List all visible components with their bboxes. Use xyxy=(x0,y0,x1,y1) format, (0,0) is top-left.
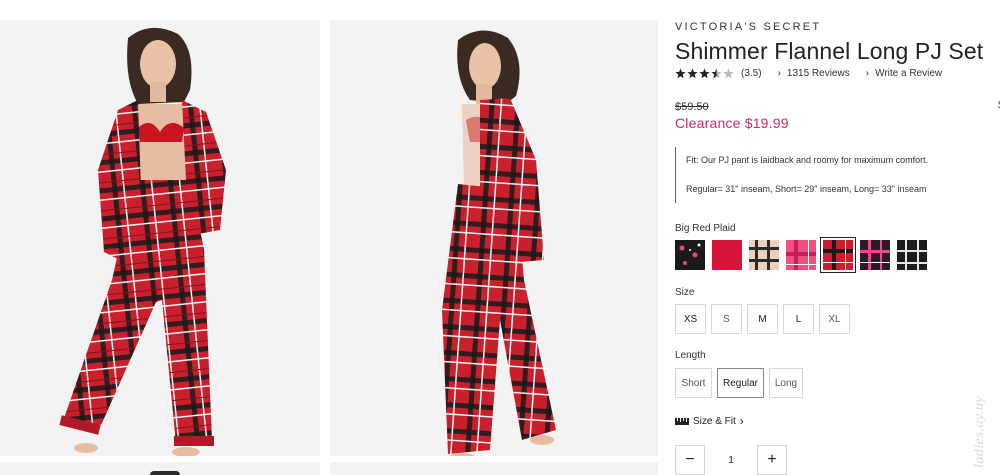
size-option-xs[interactable]: XS xyxy=(675,304,706,334)
size-option-m[interactable]: M xyxy=(747,304,778,334)
product-info-panel: VICTORIA'S SECRET Shimmer Flannel Long P… xyxy=(675,0,1000,475)
inseam-info: Regular= 31" inseam, Short= 29" inseam, … xyxy=(686,184,927,194)
decrease-quantity-button[interactable]: − xyxy=(675,445,705,475)
reviews-link-label: 1315 Reviews xyxy=(786,68,850,79)
size-option-l[interactable]: L xyxy=(783,304,814,334)
watermark: ladies.ay.uy xyxy=(972,395,987,468)
increase-quantity-button[interactable]: + xyxy=(757,445,787,475)
ruler-icon xyxy=(675,417,689,425)
quantity-stepper: − 1 + xyxy=(675,445,787,475)
fit-description: Fit: Our PJ pant is laidback and roomy f… xyxy=(686,155,929,165)
model-side-illustration xyxy=(442,30,556,456)
swatch-tan-plaid[interactable] xyxy=(749,240,779,270)
rating-row: (3.5) › 1315 Reviews › Write a Review xyxy=(675,68,942,79)
quantity-value[interactable]: 1 xyxy=(705,455,757,466)
chevron-right-icon: › xyxy=(739,414,744,428)
color-swatches xyxy=(675,237,927,273)
star-rating xyxy=(675,68,734,79)
original-price: $59.50 xyxy=(675,101,709,113)
product-image-side[interactable] xyxy=(330,20,658,456)
swatch-solid-red[interactable] xyxy=(712,240,742,270)
rating-value: (3.5) xyxy=(741,68,762,79)
size-option-xl[interactable]: XL xyxy=(819,304,850,334)
length-option-short[interactable]: Short xyxy=(675,368,712,398)
product-title: Shimmer Flannel Long PJ Set xyxy=(675,38,984,64)
swatch-pink-plaid[interactable] xyxy=(786,240,816,270)
star-full-icon xyxy=(699,68,710,79)
length-option-regular[interactable]: Regular xyxy=(717,368,764,398)
size-label: Size xyxy=(675,287,695,298)
star-half-icon xyxy=(711,68,722,79)
length-options: Short Regular Long xyxy=(675,368,803,398)
size-option-s[interactable]: S xyxy=(711,304,742,334)
fit-note: Fit: Our PJ pant is laidback and roomy f… xyxy=(675,147,1000,203)
thumbnail-1[interactable] xyxy=(0,462,320,475)
size-fit-label: Size & Fit xyxy=(693,415,736,427)
size-fit-link[interactable]: Size & Fit › xyxy=(675,414,744,428)
selected-color-label: Big Red Plaid xyxy=(675,223,736,234)
swatch-big-red-plaid[interactable] xyxy=(820,237,856,273)
star-empty-icon xyxy=(723,68,734,79)
product-image-front[interactable] xyxy=(0,20,320,456)
thumbnail-strip xyxy=(0,462,658,475)
write-review-label: Write a Review xyxy=(875,68,943,79)
model-front-illustration xyxy=(59,27,226,456)
thumbnail-2[interactable] xyxy=(330,462,658,475)
length-label: Length xyxy=(675,350,706,361)
reviews-link[interactable]: › 1315 Reviews xyxy=(778,68,850,79)
chevron-right-icon: › xyxy=(777,68,781,79)
length-option-long[interactable]: Long xyxy=(769,368,803,398)
star-full-icon xyxy=(675,68,686,79)
swatch-black-pink-plaid[interactable] xyxy=(860,240,890,270)
swatch-black-white-plaid[interactable] xyxy=(897,240,927,270)
chevron-right-icon: › xyxy=(865,68,870,79)
star-full-icon xyxy=(687,68,698,79)
size-options: XS S M L XL xyxy=(675,304,850,334)
clearance-price: Clearance $19.99 xyxy=(675,115,789,131)
swatch-black-floral[interactable] xyxy=(675,240,705,270)
write-review-link[interactable]: › Write a Review xyxy=(866,68,942,79)
brand-name: VICTORIA'S SECRET xyxy=(675,21,822,33)
